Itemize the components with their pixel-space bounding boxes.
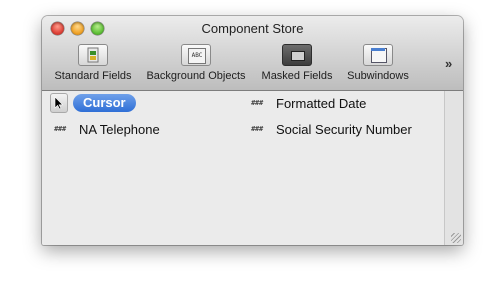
component-list: Cursor ### Formatted Date ### NA Telepho… [42, 91, 444, 245]
subwindows-icon [363, 44, 393, 66]
component-store-window: Component Store Standard Fields ABC Back… [42, 16, 463, 245]
arrow-cursor-icon [50, 93, 68, 113]
masked-field-icon: ### [54, 125, 66, 133]
masked-fields-icon [282, 44, 312, 66]
component-label: NA Telephone [79, 121, 160, 137]
masked-field-icon: ### [251, 125, 263, 133]
resize-grip-icon[interactable] [451, 233, 461, 243]
toolbar-background-objects[interactable]: ABC Background Objects [141, 44, 251, 84]
abc-glyph: ABC [188, 48, 206, 64]
toolbar-label: Subwindows [347, 70, 409, 82]
toolbar-subwindows[interactable]: Subwindows [343, 44, 413, 84]
component-na-telephone[interactable]: ### NA Telephone [50, 119, 160, 139]
masked-field-icon: ### [251, 99, 263, 107]
toolbar-label: Masked Fields [261, 70, 333, 82]
component-ssn[interactable]: ### Social Security Number [247, 119, 412, 139]
vertical-scrollbar[interactable] [444, 91, 463, 245]
toolbar-overflow-chevron-icon[interactable]: » [445, 56, 452, 71]
component-label: Social Security Number [276, 121, 412, 137]
toolbar-label: Background Objects [146, 70, 246, 82]
toolbar-label: Standard Fields [54, 70, 132, 82]
standard-fields-icon [78, 44, 108, 66]
component-cursor[interactable]: Cursor [50, 93, 136, 113]
toolbar-standard-fields[interactable]: Standard Fields [51, 44, 135, 84]
titlebar: Component Store Standard Fields ABC Back… [42, 16, 463, 91]
toolbar-masked-fields[interactable]: Masked Fields [257, 44, 337, 84]
component-label: Formatted Date [276, 95, 367, 111]
component-formatted-date[interactable]: ### Formatted Date [247, 93, 366, 113]
window-title: Component Store [201, 21, 304, 36]
background-objects-icon: ABC [181, 44, 211, 66]
cursor-selected-label: Cursor [73, 94, 136, 112]
